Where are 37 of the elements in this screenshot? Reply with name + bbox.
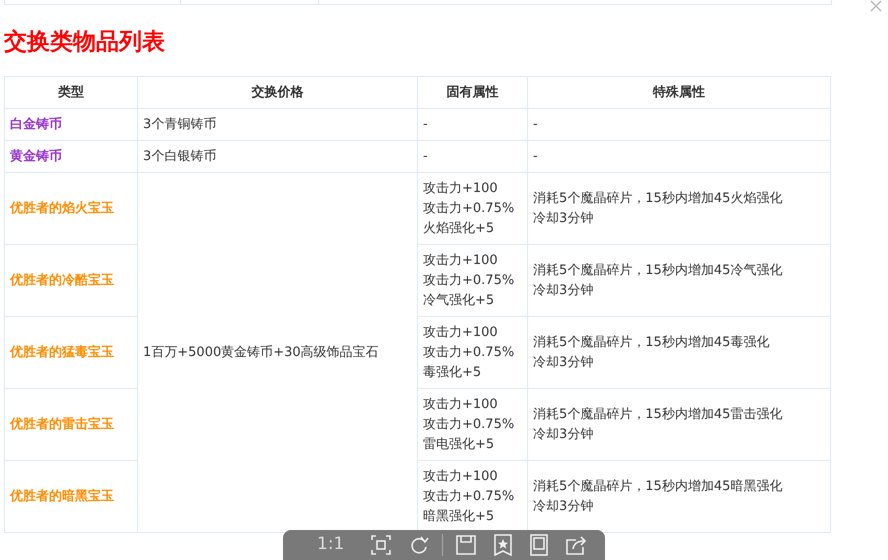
item-type: 优胜者的雷击宝玉: [10, 416, 114, 432]
tablet-icon[interactable]: [530, 534, 548, 556]
column-header: 特殊属性: [528, 76, 830, 108]
table-cell: 3个白银铸币: [143, 148, 216, 164]
share-icon[interactable]: [566, 535, 588, 555]
rotate-icon[interactable]: [409, 535, 430, 555]
attribute-list: 攻击力+100 攻击力+0.75% 毒强化+5: [423, 322, 514, 382]
table-cell: 3个青铜铸币: [143, 116, 216, 132]
item-type: 优胜者的焰火宝玉: [10, 200, 114, 216]
item-type: 优胜者的猛毒宝玉: [10, 344, 114, 360]
attribute-list: 攻击力+100 攻击力+0.75% 火焰强化+5: [423, 178, 514, 238]
special-attribute-text: 消耗5个魔晶碎片，15秒内增加45毒强化 冷却3分钟: [533, 334, 770, 372]
attribute-list: 攻击力+100 攻击力+0.75% 冷气强化+5: [423, 250, 514, 310]
special-attribute-text: 消耗5个魔晶碎片，15秒内增加45冷气强化 冷却3分钟: [533, 262, 782, 300]
special-attribute-text: 消耗5个魔晶碎片，15秒内增加45暗黑强化 冷却3分钟: [533, 478, 782, 516]
item-type: 优胜者的冷酷宝玉: [10, 272, 114, 288]
attribute-list: 攻击力+100 攻击力+0.75% 暗黑强化+5: [423, 466, 514, 526]
attribute-list: -: [423, 146, 428, 166]
attribute-list: 攻击力+100 攻击力+0.75% 雷电强化+5: [423, 394, 514, 454]
close-icon[interactable]: [870, 0, 882, 12]
special-attribute-text: 消耗5个魔晶碎片，15秒内增加45雷击强化 冷却3分钟: [533, 406, 782, 444]
fit-icon[interactable]: [371, 535, 392, 555]
attribute-list: -: [423, 114, 428, 134]
special-attribute-text: -: [533, 148, 538, 166]
special-attribute-text: 消耗5个魔晶碎片，15秒内增加45火焰强化 冷却3分钟: [533, 190, 782, 228]
item-type: 黄金铸币: [10, 148, 62, 164]
page-title: 交换类物品列表: [4, 28, 165, 57]
item-type: 优胜者的暗黑宝玉: [10, 488, 114, 504]
special-attribute-text: -: [533, 116, 538, 134]
actual-size-button[interactable]: 1:1: [317, 532, 344, 558]
save-icon[interactable]: [456, 535, 476, 555]
column-header: 交换价格: [138, 76, 418, 108]
column-header: 固有属性: [418, 76, 528, 108]
item-type: 白金铸币: [10, 116, 62, 132]
column-header: 类型: [4, 76, 138, 108]
table-cell: 1百万+5000黄金铸币+30高级饰品宝石: [143, 344, 379, 360]
star-bookmark-icon[interactable]: [494, 534, 512, 556]
